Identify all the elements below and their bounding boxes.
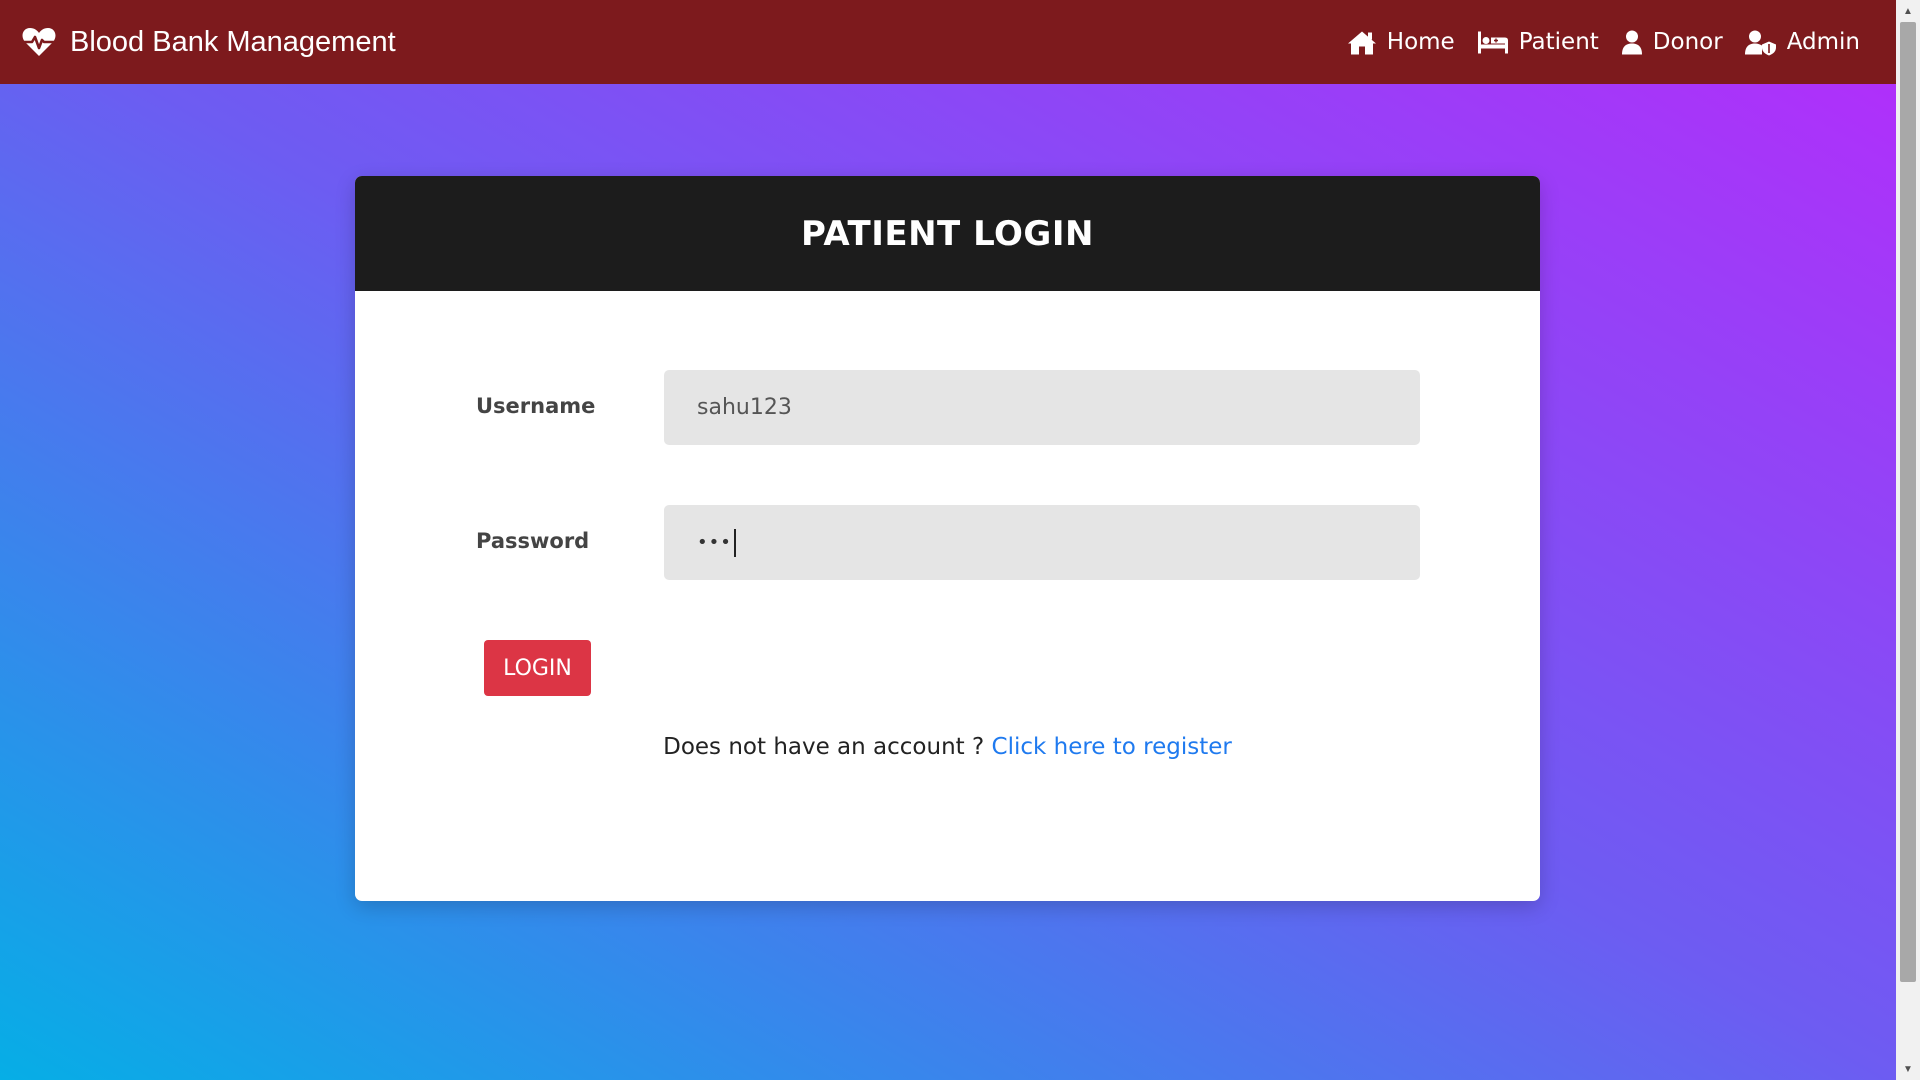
username-label: Username	[476, 394, 596, 418]
register-prompt: Does not have an account ?	[663, 734, 985, 760]
nav-home[interactable]: Home	[1347, 29, 1455, 56]
register-link[interactable]: Click here to register	[992, 734, 1232, 760]
nav-admin-label: Admin	[1786, 29, 1860, 55]
page-title: PATIENT LOGIN	[801, 213, 1094, 254]
vertical-scrollbar[interactable]: ▲ ▼	[1896, 0, 1920, 1080]
username-input[interactable]: sahu123	[664, 370, 1420, 445]
nav-admin[interactable]: Admin	[1744, 29, 1860, 56]
navbar: Blood Bank Management Home Patient Donor…	[0, 0, 1896, 84]
nav-links: Home Patient Donor Admin	[1325, 0, 1860, 84]
password-value: •••	[697, 532, 732, 553]
nav-patient[interactable]: Patient	[1477, 29, 1599, 56]
card-header: PATIENT LOGIN	[355, 176, 1540, 291]
scroll-up-arrow-icon[interactable]: ▲	[1896, 0, 1920, 22]
password-label: Password	[476, 529, 590, 553]
scroll-thumb[interactable]	[1900, 22, 1916, 982]
home-icon	[1347, 31, 1376, 54]
page-background: Blood Bank Management Home Patient Donor…	[0, 0, 1896, 1080]
nav-home-label: Home	[1386, 29, 1455, 55]
hospital-bed-icon	[1477, 31, 1508, 53]
brand-title: Blood Bank Management	[70, 25, 396, 58]
nav-donor-label: Donor	[1652, 29, 1723, 55]
password-input[interactable]: •••	[664, 505, 1420, 580]
register-prompt-row: Does not have an account ? Click here to…	[355, 734, 1540, 760]
login-button[interactable]: LOGIN	[484, 640, 591, 696]
text-caret	[733, 528, 736, 557]
heartbeat-icon	[22, 28, 56, 56]
user-shield-icon	[1744, 30, 1776, 55]
user-icon	[1621, 30, 1642, 54]
login-card: PATIENT LOGIN Username sahu123 Password …	[355, 176, 1540, 901]
username-value: sahu123	[697, 395, 792, 420]
nav-donor[interactable]: Donor	[1621, 29, 1723, 56]
brand-link[interactable]: Blood Bank Management	[22, 0, 396, 84]
scroll-down-arrow-icon[interactable]: ▼	[1896, 1058, 1920, 1080]
nav-patient-label: Patient	[1518, 29, 1599, 55]
